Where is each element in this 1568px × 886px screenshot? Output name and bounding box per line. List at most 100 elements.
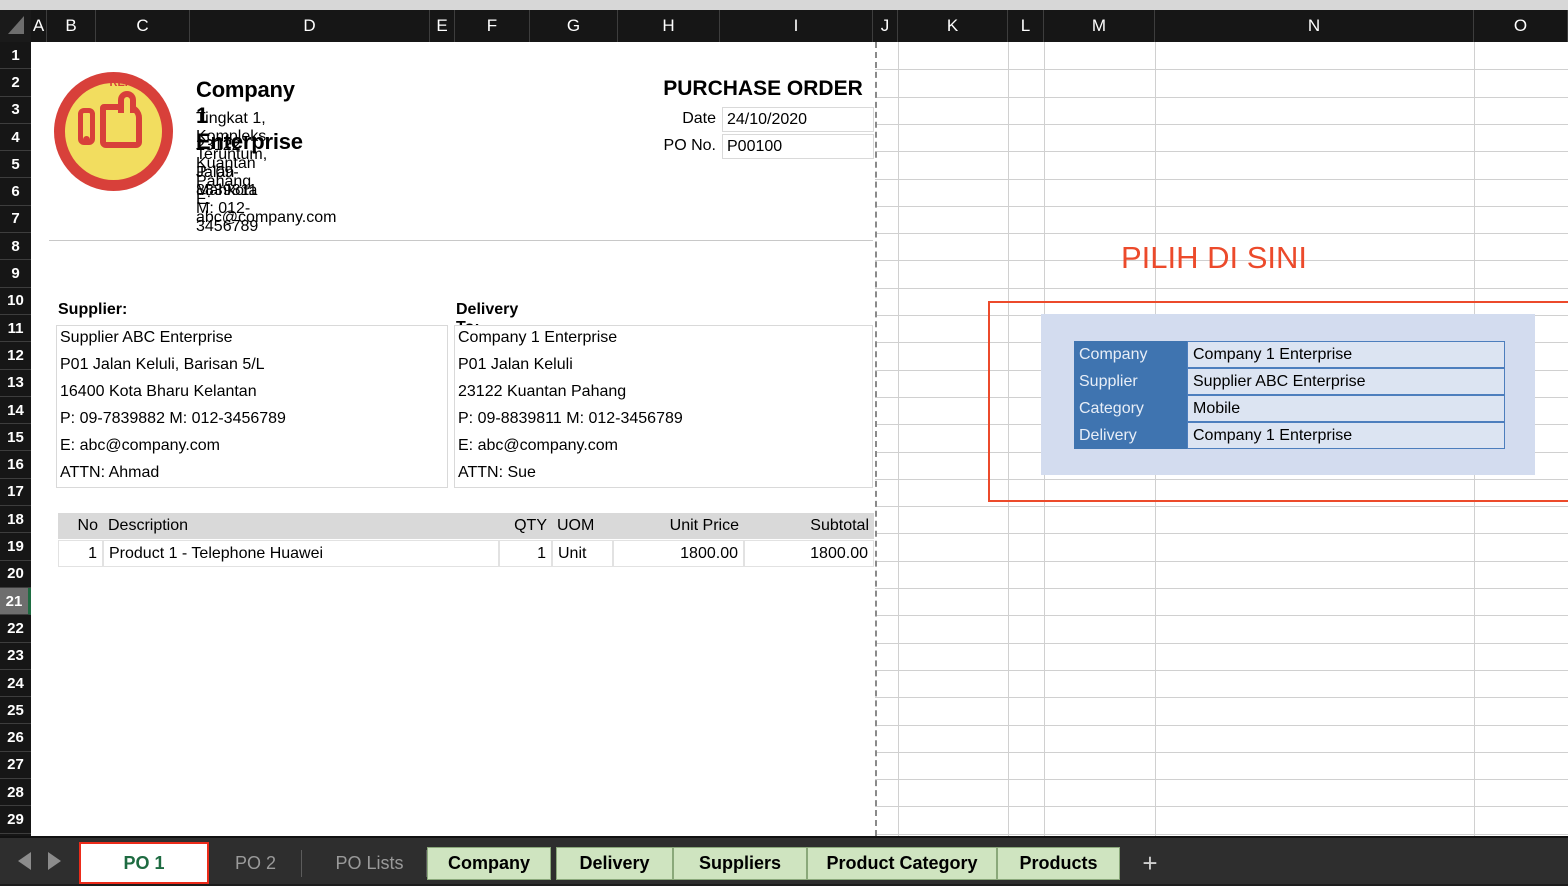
delivery-line-2: P01 Jalan Keluli — [458, 356, 573, 373]
selector-row: Category Mobile — [1074, 395, 1505, 422]
row-header-9[interactable]: 9 — [0, 260, 31, 288]
row-header-11[interactable]: 11 — [0, 315, 31, 343]
sheet-tab-po-1[interactable]: PO 1 — [79, 842, 209, 884]
row-header-16[interactable]: 16 — [0, 451, 31, 479]
row-header-12[interactable]: 12 — [0, 342, 31, 370]
item-cell-no[interactable]: 1 — [58, 540, 103, 567]
row-header-13[interactable]: 13 — [0, 369, 31, 397]
selector-dropdown-company[interactable]: Company 1 Enterprise — [1187, 341, 1505, 368]
previous-sheet-arrow-icon[interactable] — [18, 852, 31, 870]
selector-dropdown-category[interactable]: Mobile — [1187, 395, 1505, 422]
row-header-25[interactable]: 25 — [0, 697, 31, 725]
row-header-4[interactable]: 4 — [0, 123, 31, 152]
row-header-24[interactable]: 24 — [0, 669, 31, 698]
column-header-i[interactable]: I — [720, 10, 873, 42]
column-header-n[interactable]: N — [1155, 10, 1474, 42]
selector-dropdown-delivery[interactable]: Company 1 Enterprise — [1187, 422, 1505, 449]
po-number-value-cell[interactable]: P00100 — [722, 134, 874, 159]
row-header-1[interactable]: 1 — [0, 42, 31, 70]
selector-row: Company Company 1 Enterprise — [1074, 341, 1505, 368]
column-header-a[interactable]: A — [31, 10, 47, 42]
sheet-canvas[interactable]: REKEMEN.MY Company 1 Enterprise Tingkat … — [31, 42, 1568, 836]
item-cell-description[interactable]: Product 1 - Telephone Huawei — [103, 540, 499, 567]
column-header-h[interactable]: H — [618, 10, 720, 42]
row-header-7[interactable]: 7 — [0, 205, 31, 234]
items-header-qty: QTY — [499, 513, 552, 540]
column-header-f[interactable]: F — [455, 10, 530, 42]
column-header-d[interactable]: D — [190, 10, 430, 42]
sheet-tab-po-lists[interactable]: PO Lists — [312, 847, 427, 880]
row-header-17[interactable]: 17 — [0, 478, 31, 507]
delivery-line-6: ATTN: Sue — [458, 464, 536, 481]
next-sheet-arrow-icon[interactable] — [48, 852, 61, 870]
row-header-2[interactable]: 2 — [0, 69, 31, 97]
date-label: Date — [682, 110, 716, 127]
sheet-tab-product-category[interactable]: Product Category — [807, 847, 997, 880]
column-header-b[interactable]: B — [47, 10, 96, 42]
row-header-29[interactable]: 29 — [0, 806, 31, 834]
selector-label-company: Company — [1074, 341, 1187, 368]
sheet-tab-company[interactable]: Company — [427, 847, 551, 880]
row-header-23[interactable]: 23 — [0, 642, 31, 670]
company-address-line-4: E: abc@company.com — [196, 191, 337, 226]
item-cell-uom[interactable]: Unit — [552, 540, 613, 567]
date-value-cell[interactable]: 24/10/2020 — [722, 107, 874, 132]
sheet-tab-bar: PO 1 PO 2 PO Lists Company Delivery Suppliers… — [0, 836, 1568, 886]
header-divider — [49, 240, 873, 241]
row-header-8[interactable]: 8 — [0, 233, 31, 261]
column-header-m[interactable]: M — [1044, 10, 1155, 42]
selector-label-category: Category — [1074, 395, 1187, 422]
row-header-26[interactable]: 26 — [0, 724, 31, 752]
row-header-14[interactable]: 14 — [0, 396, 31, 425]
delivery-line-4: P: 09-8839811 M: 012-3456789 — [458, 410, 683, 427]
sheet-tab-suppliers[interactable]: Suppliers — [673, 847, 807, 880]
sheet-tab-products[interactable]: Products — [997, 847, 1120, 880]
column-header-j[interactable]: J — [873, 10, 898, 42]
selector-label-delivery: Delivery — [1074, 422, 1187, 449]
document-title: PURCHASE ORDER — [663, 77, 863, 100]
selector-table: Company Company 1 Enterprise Supplier Suppl… — [1074, 341, 1505, 449]
row-header-6[interactable]: 6 — [0, 178, 31, 206]
delivery-line-3: 23122 Kuantan Pahang — [458, 383, 627, 400]
supplier-line-3: 16400 Kota Bharu Kelantan — [60, 383, 257, 400]
items-header-description: Description — [103, 513, 499, 540]
row-header-15[interactable]: 15 — [0, 424, 31, 452]
sheet-tab-po-2[interactable]: PO 2 — [209, 847, 302, 880]
row-header-10[interactable]: 10 — [0, 287, 31, 315]
row-header-18[interactable]: 18 — [0, 506, 31, 534]
spreadsheet-app: { "grid": { "columns": ["A","B","C","D",… — [0, 0, 1568, 886]
row-header-22[interactable]: 22 — [0, 615, 31, 643]
select-all-corner[interactable] — [0, 10, 32, 43]
selector-label-supplier: Supplier — [1074, 368, 1187, 395]
selector-row: Delivery Company 1 Enterprise — [1074, 422, 1505, 449]
column-header-o[interactable]: O — [1474, 10, 1568, 42]
row-header-20[interactable]: 20 — [0, 560, 31, 588]
item-cell-qty[interactable]: 1 — [499, 540, 552, 567]
row-header-21[interactable]: 21 — [0, 588, 31, 616]
items-header-uom: UOM — [552, 513, 613, 540]
column-header-l[interactable]: L — [1008, 10, 1044, 42]
items-header-subtotal: Subtotal — [744, 513, 874, 540]
select-all-triangle-icon — [8, 16, 24, 34]
row-header-27[interactable]: 27 — [0, 751, 31, 780]
add-sheet-button[interactable]: + — [1128, 847, 1172, 880]
column-header-k[interactable]: K — [898, 10, 1008, 42]
grid-line-vertical — [898, 42, 899, 836]
item-cell-subtotal[interactable]: 1800.00 — [744, 540, 874, 567]
logo-curved-text: REKEMEN.MY — [54, 72, 174, 191]
selector-row: Supplier Supplier ABC Enterprise — [1074, 368, 1505, 395]
sheet-tab-delivery[interactable]: Delivery — [556, 847, 673, 880]
item-cell-unit-price[interactable]: 1800.00 — [613, 540, 744, 567]
supplier-line-6: ATTN: Ahmad — [60, 464, 160, 481]
selector-dropdown-supplier[interactable]: Supplier ABC Enterprise — [1187, 368, 1505, 395]
row-header-19[interactable]: 19 — [0, 533, 31, 561]
column-header-e[interactable]: E — [430, 10, 455, 42]
pilih-di-sini-banner: PILIH DI SINI — [1121, 240, 1308, 275]
row-header-3[interactable]: 3 — [0, 96, 31, 124]
supplier-line-4: P: 09-7839882 M: 012-3456789 — [60, 410, 286, 427]
delivery-line-5: E: abc@company.com — [458, 437, 619, 454]
row-header-5[interactable]: 5 — [0, 151, 31, 179]
column-header-c[interactable]: C — [96, 10, 190, 42]
row-header-28[interactable]: 28 — [0, 779, 31, 807]
column-header-g[interactable]: G — [530, 10, 618, 42]
